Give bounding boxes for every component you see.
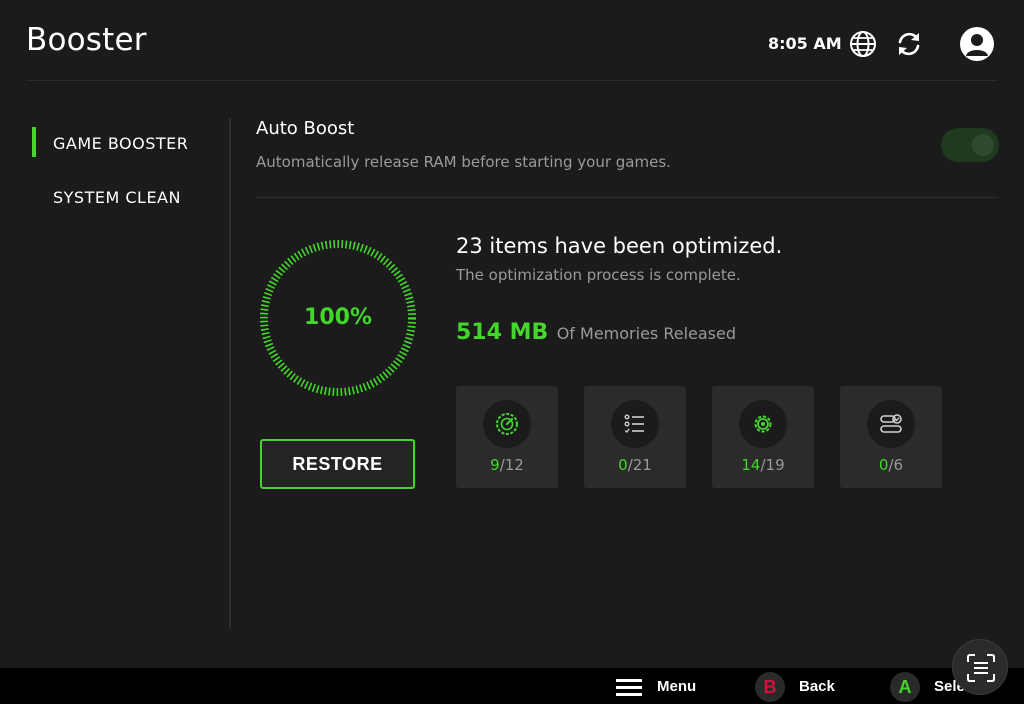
footer-bar: Menu B Back A Select xyxy=(0,668,1024,704)
scan-button[interactable] xyxy=(952,639,1008,695)
back-button-icon[interactable]: B xyxy=(755,672,785,702)
progress-percentage: 100% xyxy=(304,305,372,330)
memory-released: 514 MB Of Memories Released xyxy=(456,320,736,345)
auto-boost-title: Auto Boost xyxy=(256,118,355,139)
back-label[interactable]: Back xyxy=(799,678,835,695)
user-icon xyxy=(966,34,988,56)
content-divider xyxy=(256,197,998,198)
stat-count: 9 xyxy=(490,456,500,474)
globe-icon[interactable] xyxy=(848,29,878,59)
stat-total: /6 xyxy=(888,456,904,474)
toggle-knob xyxy=(972,134,994,156)
header-divider xyxy=(26,80,998,81)
stat-count: 14 xyxy=(741,456,761,474)
stat-total: /12 xyxy=(499,456,524,474)
gear-icon xyxy=(754,415,772,433)
auto-boost-description: Automatically release RAM before startin… xyxy=(256,153,671,171)
select-button-icon[interactable]: A xyxy=(890,672,920,702)
memory-label: Of Memories Released xyxy=(556,324,736,343)
stat-card-tasks[interactable]: 0/21 xyxy=(584,386,686,488)
menu-label[interactable]: Menu xyxy=(657,678,696,695)
clock: 8:05 AM xyxy=(768,34,842,53)
optimization-status: The optimization process is complete. xyxy=(456,266,741,284)
stat-card-services[interactable]: 0/6 xyxy=(840,386,942,488)
menu-icon[interactable] xyxy=(616,678,642,696)
sidebar-divider xyxy=(229,118,231,628)
restore-button[interactable]: RESTORE xyxy=(260,439,415,489)
sidebar-item-system-clean[interactable]: SYSTEM CLEAN xyxy=(53,188,181,207)
auto-boost-toggle[interactable] xyxy=(941,128,999,162)
speedometer-icon xyxy=(496,413,518,435)
optimized-items-title: 23 items have been optimized. xyxy=(456,234,783,258)
stat-card-settings[interactable]: 14/19 xyxy=(712,386,814,488)
avatar[interactable] xyxy=(960,27,994,61)
header: Booster 8:05 AM xyxy=(0,0,1024,80)
checklist-icon xyxy=(624,414,644,434)
sidebar-item-game-booster[interactable]: GAME BOOSTER xyxy=(53,134,188,153)
stat-total: /19 xyxy=(760,456,785,474)
memory-value: 514 MB xyxy=(456,320,549,345)
scan-icon xyxy=(967,654,995,682)
stat-count: 0 xyxy=(618,456,628,474)
app-title: Booster xyxy=(26,22,147,58)
active-indicator xyxy=(32,127,36,157)
sync-icon[interactable] xyxy=(894,29,924,59)
toggle-settings-icon xyxy=(880,414,902,433)
stat-total: /21 xyxy=(627,456,652,474)
stat-card-speed[interactable]: 9/12 xyxy=(456,386,558,488)
